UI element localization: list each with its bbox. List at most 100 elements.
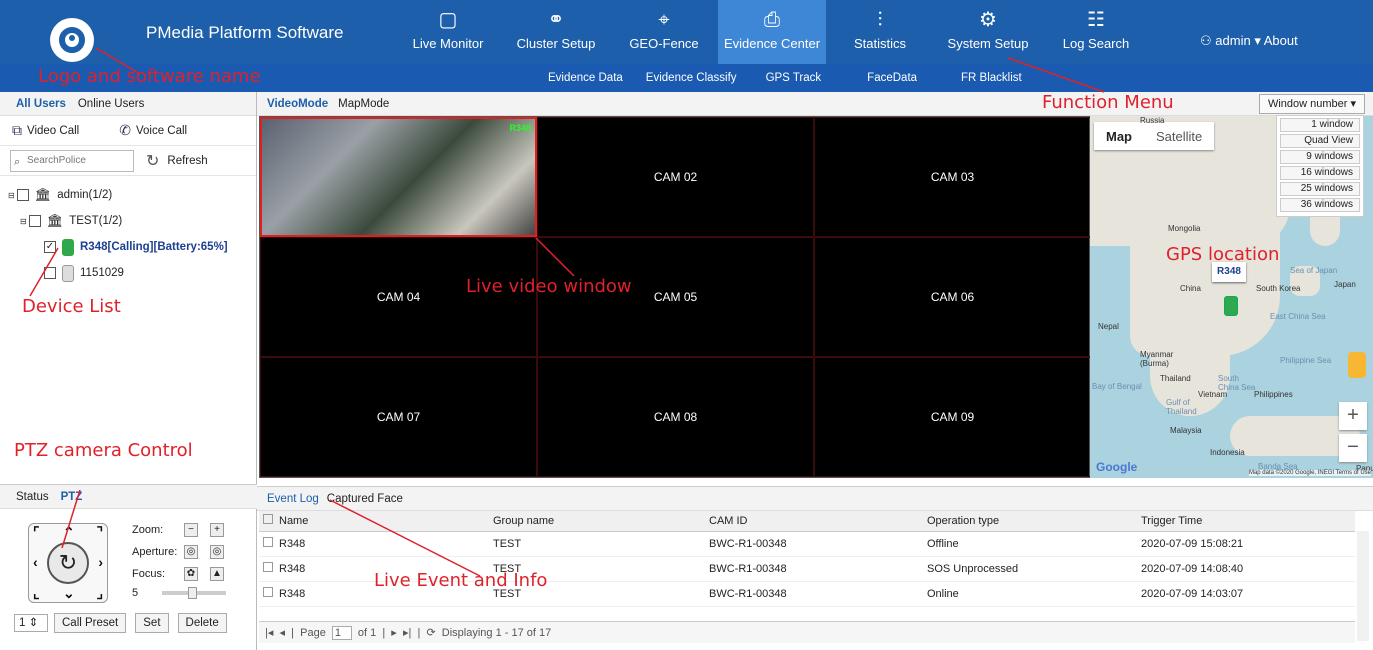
refresh-button[interactable]: ↻ Refresh — [146, 151, 208, 171]
arrow-up-icon[interactable]: ⌃ — [63, 524, 75, 541]
reload-icon[interactable]: ⟳ — [426, 626, 435, 639]
row-checkbox[interactable] — [263, 587, 273, 597]
subnav-evidence-data[interactable]: Evidence Data — [548, 64, 623, 92]
tab-satellite[interactable]: Satellite — [1144, 129, 1214, 144]
user-icon: ⚇ — [1200, 33, 1212, 48]
subnav-evidence-classify[interactable]: Evidence Classify — [646, 64, 737, 92]
focus-near-button[interactable]: ✿ — [184, 567, 198, 581]
arrow-down-left-icon[interactable]: ⌞ — [33, 585, 40, 602]
tab-ptz[interactable]: PTZ — [61, 491, 83, 503]
slider-knob[interactable] — [188, 587, 198, 599]
row-checkbox[interactable] — [263, 562, 273, 572]
prev-page-icon[interactable]: ◂ — [280, 626, 286, 639]
preset-stepper[interactable]: 1 ⇕ — [14, 614, 48, 632]
window-option-16[interactable]: 16 windows — [1280, 166, 1360, 180]
table-scrollbar[interactable] — [1357, 531, 1369, 641]
subnav-fr-blacklist[interactable]: FR Blacklist — [961, 64, 1022, 92]
speed-slider[interactable]: 5 — [132, 587, 227, 599]
device-map-pin-icon[interactable] — [1224, 296, 1238, 316]
voice-call-button[interactable]: ✆ Voice Call — [119, 122, 187, 139]
video-window-4[interactable]: CAM 04 — [260, 237, 537, 357]
column-name[interactable]: Name — [279, 511, 493, 532]
row-checkbox[interactable] — [263, 537, 273, 547]
checkbox[interactable] — [16, 189, 29, 201]
column-trigger-time[interactable]: Trigger Time — [1141, 511, 1355, 532]
video-window-2[interactable]: CAM 02 — [537, 117, 814, 237]
arrow-down-icon[interactable]: ⌄ — [63, 585, 75, 602]
zoom-in-button[interactable]: + — [210, 523, 224, 537]
street-view-icon[interactable] — [1348, 352, 1366, 378]
window-option-4[interactable]: Quad View — [1280, 134, 1360, 148]
user-menu[interactable]: admin — [1215, 33, 1250, 48]
set-button[interactable]: Set — [135, 613, 169, 633]
delete-button[interactable]: Delete — [177, 613, 227, 633]
window-option-36[interactable]: 36 windows — [1280, 198, 1360, 212]
window-number-select[interactable]: Window number ▾ — [1258, 94, 1365, 114]
video-call-button[interactable]: ⧉ Video Call — [12, 122, 79, 139]
map-zoom-in-button[interactable]: + — [1339, 402, 1367, 430]
tab-online-users[interactable]: Online Users — [78, 98, 144, 110]
monitor-icon: ▢ — [438, 9, 458, 31]
tab-all-users[interactable]: All Users — [16, 98, 66, 110]
first-page-icon[interactable]: |◂ — [265, 626, 273, 639]
focus-far-button[interactable]: ▲ — [210, 567, 224, 581]
column-cam-id[interactable]: CAM ID — [709, 511, 927, 532]
video-window-1[interactable]: R348 — [260, 117, 537, 237]
arrow-right-icon[interactable]: › — [98, 554, 103, 570]
tab-map[interactable]: Map — [1094, 129, 1144, 144]
tab-status[interactable]: Status — [16, 491, 49, 503]
auto-scan-icon[interactable]: ↻ — [47, 542, 89, 584]
tree-node-admin[interactable]: ⊟ 🏛 admin(1/2) — [0, 182, 256, 208]
nav-statistics[interactable]: ⫶ Statistics — [826, 0, 934, 64]
arrow-down-right-icon[interactable]: ⌟ — [96, 585, 103, 602]
nav-live-monitor[interactable]: ▢ Live Monitor — [394, 0, 502, 64]
device-tree: ⊟ 🏛 admin(1/2) ⊟ 🏛 TEST(1/2) ✓ R348[Calling][… — [0, 176, 256, 286]
subnav-gps-track[interactable]: GPS Track — [766, 64, 822, 92]
arrow-up-right-icon[interactable]: ⌝ — [96, 524, 103, 541]
checkbox[interactable]: ✓ — [44, 241, 56, 253]
nav-system-setup[interactable]: ⚙ System Setup — [934, 0, 1042, 64]
annotation-event: Live Event and Info — [374, 570, 548, 591]
map-zoom-out-button[interactable]: − — [1339, 434, 1367, 462]
checkbox[interactable] — [28, 215, 41, 227]
video-window-5[interactable]: CAM 05 — [537, 237, 814, 357]
select-all-checkbox[interactable] — [263, 514, 273, 525]
nav-cluster-setup[interactable]: ⚭ Cluster Setup — [502, 0, 610, 64]
chevron-down-icon[interactable]: ▾ — [1254, 33, 1261, 48]
tree-node-r348[interactable]: ✓ R348[Calling][Battery:65%] — [0, 234, 256, 260]
zoom-out-button[interactable]: − — [184, 523, 198, 537]
nav-geo-fence[interactable]: ⌖ GEO-Fence — [610, 0, 718, 64]
video-window-3[interactable]: CAM 03 — [814, 117, 1091, 237]
next-page-icon[interactable]: ▸ — [391, 626, 397, 639]
tree-node-1151029[interactable]: 1151029 — [0, 260, 256, 286]
tab-event-log[interactable]: Event Log — [267, 493, 319, 505]
tab-video-mode[interactable]: VideoMode — [267, 98, 328, 110]
about-link[interactable]: About — [1264, 33, 1298, 48]
search-input[interactable]: ⌕ SearchPolice — [10, 149, 134, 172]
page-input[interactable]: 1 — [331, 625, 352, 640]
subnav-facedata[interactable]: FaceData — [867, 64, 917, 92]
device-marker-label[interactable]: R348 — [1212, 262, 1246, 282]
call-preset-button[interactable]: Call Preset — [54, 613, 127, 633]
tree-node-test[interactable]: ⊟ 🏛 TEST(1/2) — [0, 208, 256, 234]
column-operation-type[interactable]: Operation type — [927, 511, 1141, 532]
tab-captured-face[interactable]: Captured Face — [327, 493, 403, 505]
window-option-25[interactable]: 25 windows — [1280, 182, 1360, 196]
window-option-9[interactable]: 9 windows — [1280, 150, 1360, 164]
column-group-name[interactable]: Group name — [493, 511, 709, 532]
video-window-8[interactable]: CAM 08 — [537, 357, 814, 477]
tab-map-mode[interactable]: MapMode — [338, 98, 389, 110]
video-window-6[interactable]: CAM 06 — [814, 237, 1091, 357]
checkbox[interactable] — [44, 267, 56, 279]
arrow-up-left-icon[interactable]: ⌜ — [33, 524, 40, 541]
video-window-7[interactable]: CAM 07 — [260, 357, 537, 477]
aperture-open-button[interactable]: ◎ — [210, 545, 224, 559]
aperture-close-button[interactable]: ◎ — [184, 545, 198, 559]
nav-log-search[interactable]: ☷ Log Search — [1042, 0, 1150, 64]
window-option-1[interactable]: 1 window — [1280, 118, 1360, 132]
nav-evidence-center[interactable]: ⎙ Evidence Center — [718, 0, 826, 64]
table-row[interactable]: R348 TEST BWC-R1-00348 Offline 2020-07-09 15… — [259, 531, 1355, 557]
arrow-left-icon[interactable]: ‹ — [33, 554, 38, 570]
last-page-icon[interactable]: ▸| — [403, 626, 411, 639]
video-window-9[interactable]: CAM 09 — [814, 357, 1091, 477]
